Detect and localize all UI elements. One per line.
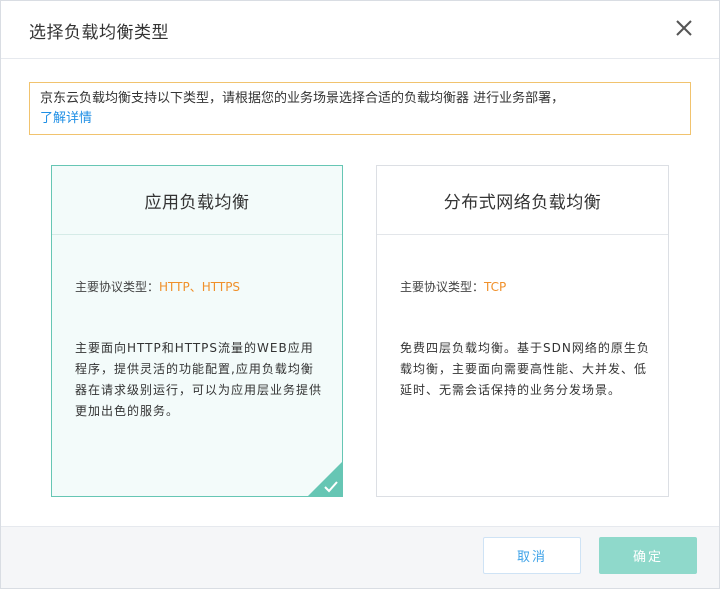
protocol-line: 主要协议类型：HTTP、HTTPS [75,278,240,295]
card-network-load-balancer[interactable]: 分布式网络负载均衡 主要协议类型：TCP 免费四层负载均衡。基于SDN网络的原生… [376,165,669,497]
protocol-line: 主要协议类型：TCP [400,278,506,295]
cancel-button[interactable]: 取消 [483,537,581,574]
confirm-button[interactable]: 确定 [599,537,697,574]
info-notice: 京东云负载均衡支持以下类型，请根据您的业务场景选择合适的负载均衡器 进行业务部署… [29,82,691,135]
card-title: 分布式网络负载均衡 [377,166,668,235]
protocol-label: 主要协议类型： [75,280,160,294]
dialog-header: 选择负载均衡类型 [1,1,719,59]
notice-text: 京东云负载均衡支持以下类型，请根据您的业务场景选择合适的负载均衡器 进行业务部署… [40,91,565,106]
load-balancer-type-dialog: 选择负载均衡类型 京东云负载均衡支持以下类型，请根据您的业务场景选择合适的负载均… [0,0,720,589]
protocol-label: 主要协议类型： [400,280,485,294]
check-icon [308,462,342,496]
card-title: 应用负载均衡 [52,166,342,235]
protocol-value: HTTP、HTTPS [159,280,241,294]
card-description: 免费四层负载均衡。基于SDN网络的原生负载均衡，主要面向需要高性能、大并发、低延… [400,341,650,397]
card-description: 主要面向HTTP和HTTPS流量的WEB应用程序，提供灵活的功能配置,应用负载均… [75,341,323,418]
dialog-title: 选择负载均衡类型 [29,23,169,43]
protocol-value: TCP [484,280,507,294]
card-application-load-balancer[interactable]: 应用负载均衡 主要协议类型：HTTP、HTTPS 主要面向HTTP和HTTPS流… [51,165,343,497]
learn-more-link[interactable]: 了解详情 [40,111,92,126]
close-icon[interactable] [671,15,697,41]
